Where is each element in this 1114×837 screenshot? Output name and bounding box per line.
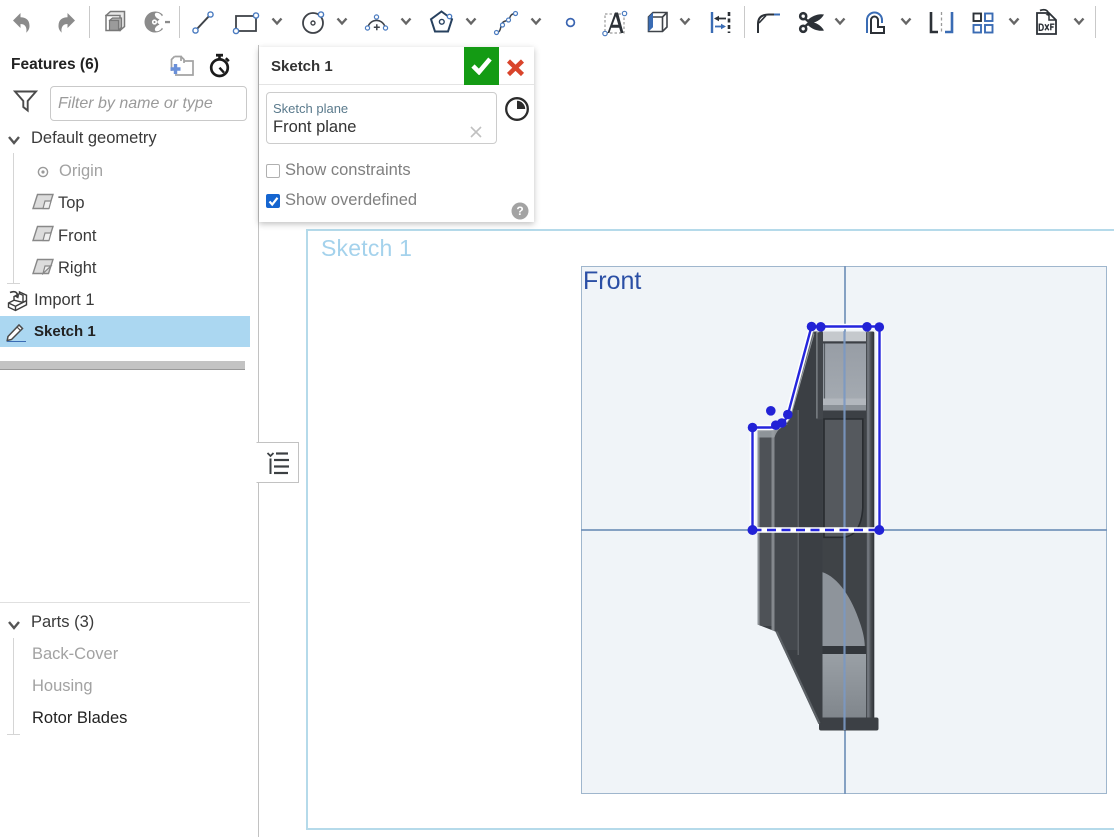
svg-text:?: ? [516, 204, 523, 218]
